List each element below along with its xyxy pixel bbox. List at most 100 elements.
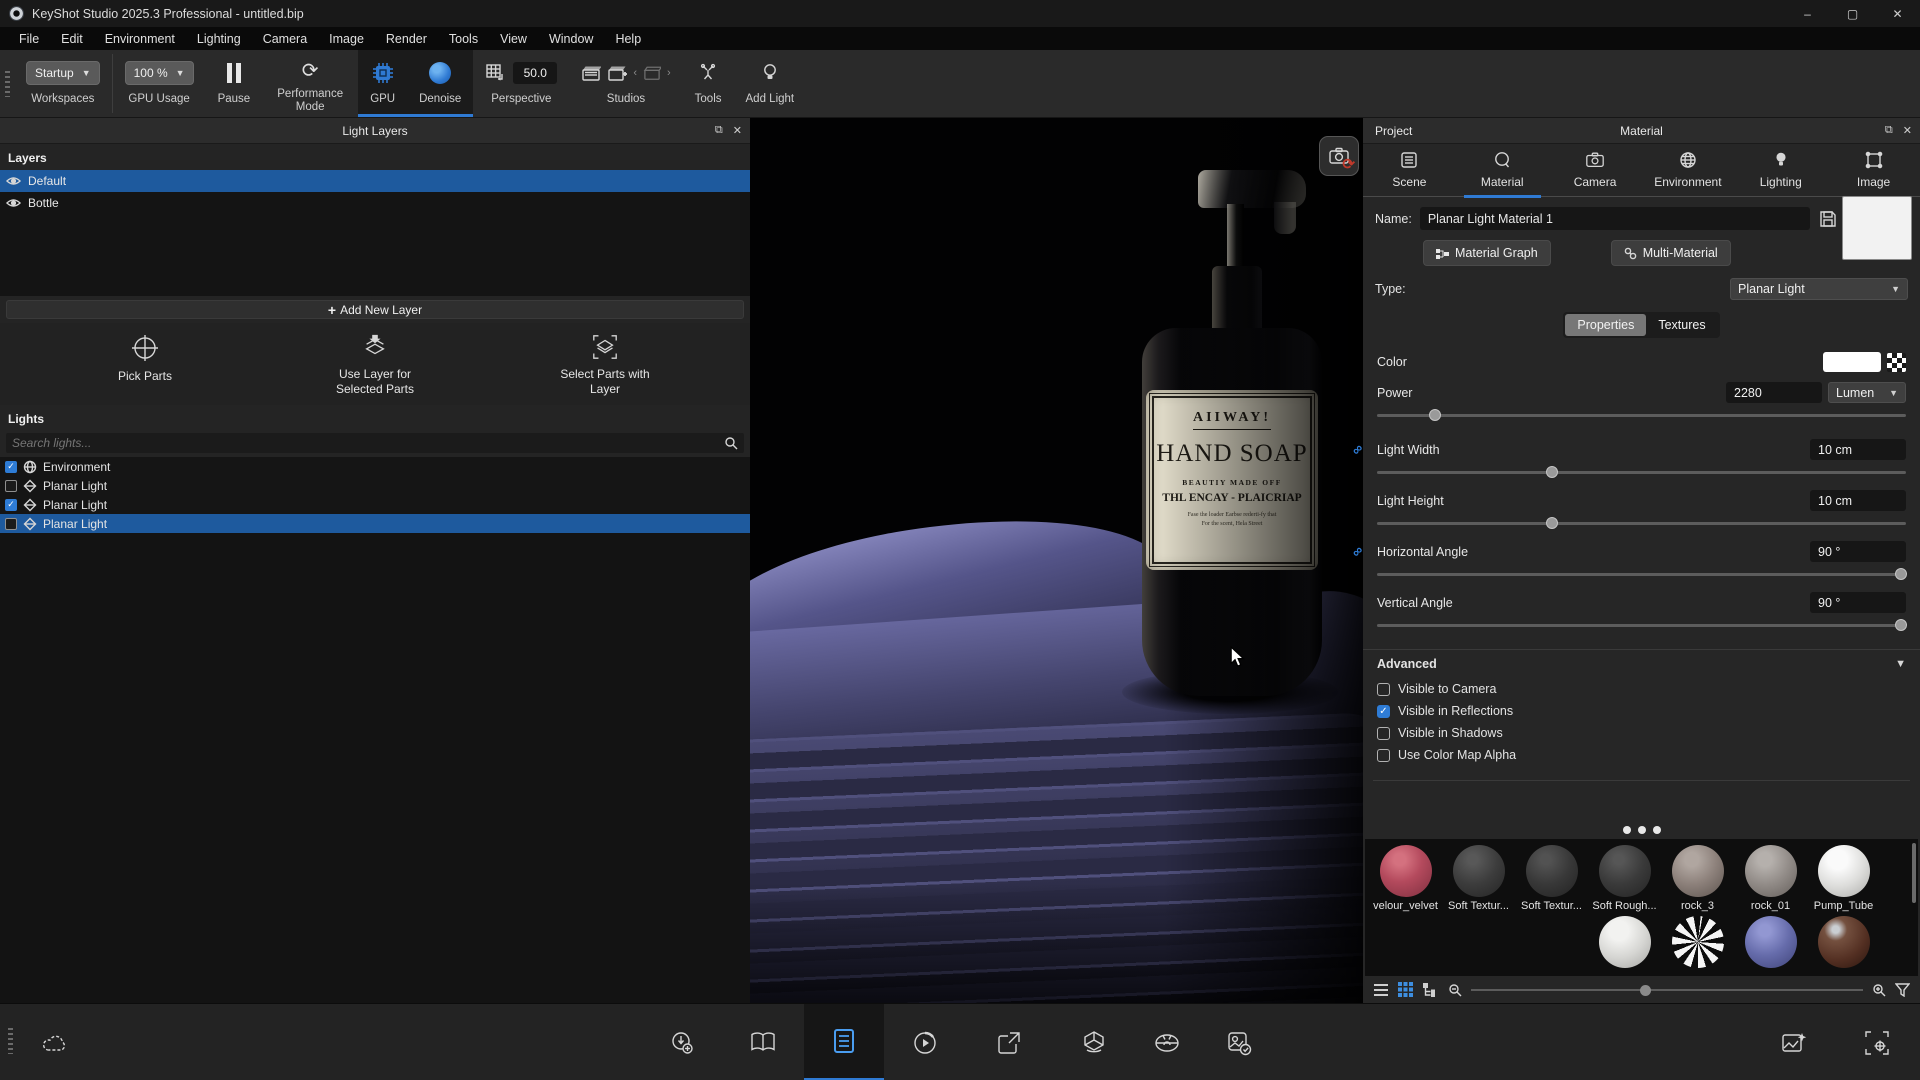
material-sphere[interactable] [1818, 916, 1870, 968]
screenshot-button[interactable]: Screenshot [1838, 1004, 1916, 1080]
camera-reset-button[interactable]: ⟳ [1319, 136, 1359, 176]
material-sphere[interactable] [1526, 845, 1578, 897]
eye-icon[interactable] [6, 198, 21, 208]
power-value-field[interactable]: 2280 [1726, 382, 1822, 403]
animation-button[interactable]: Animation [885, 1004, 965, 1080]
gpu-usage-dropdown[interactable]: 100 % ▼ [125, 61, 194, 85]
material-sphere[interactable] [1453, 845, 1505, 897]
render-button[interactable]: Render [1199, 1004, 1279, 1080]
tab-material[interactable]: Material [1456, 150, 1549, 196]
denoise-button[interactable]: Denoise [407, 50, 473, 117]
select-parts-button[interactable]: Select Parts with Layer [490, 333, 720, 397]
horizontal-angle-slider[interactable] [1377, 568, 1906, 580]
material-swatch[interactable] [1807, 916, 1880, 968]
tab-properties[interactable]: Properties [1565, 314, 1646, 336]
lights-search-input[interactable] [12, 436, 724, 450]
multi-material-button[interactable]: Multi-Material [1611, 240, 1731, 266]
float-panel-icon[interactable]: ⧉ [715, 124, 723, 137]
material-swatch[interactable]: Soft Textur... [1442, 845, 1515, 912]
light-row-planar-2[interactable]: ✓ Planar Light [0, 495, 750, 514]
lights-search[interactable] [6, 433, 744, 453]
material-graph-button[interactable]: Material Graph [1423, 240, 1551, 266]
light-checkbox[interactable] [5, 518, 17, 530]
material-swatch[interactable]: rock_01 [1734, 845, 1807, 912]
thumbnail-size-slider[interactable] [1471, 984, 1863, 996]
tab-lighting[interactable]: Lighting [1734, 150, 1827, 196]
material-sphere[interactable] [1672, 916, 1724, 968]
vertical-angle-slider[interactable] [1377, 619, 1906, 631]
layer-row-bottle[interactable]: Bottle [0, 192, 750, 214]
cloud-library-button[interactable]: Cloud Library [20, 1004, 90, 1080]
vertical-angle-value[interactable]: 90 ° [1810, 592, 1906, 613]
material-swatch[interactable]: rock_3 [1661, 845, 1734, 912]
visible-in-shadows-checkbox[interactable] [1377, 727, 1390, 740]
light-checkbox[interactable] [5, 480, 17, 492]
visible-to-camera-row[interactable]: Visible to Camera [1363, 678, 1920, 700]
float-panel-icon[interactable]: ⧉ [1885, 124, 1893, 137]
vr-button[interactable]: VR [1136, 1004, 1198, 1080]
menu-help[interactable]: Help [604, 32, 652, 46]
menu-tools[interactable]: Tools [438, 32, 489, 46]
menu-image[interactable]: Image [318, 32, 375, 46]
tab-scene[interactable]: Scene [1363, 150, 1456, 196]
light-checkbox[interactable]: ✓ [5, 499, 17, 511]
horizontal-angle-value[interactable]: 90 ° [1810, 541, 1906, 562]
power-unit-dropdown[interactable]: Lumen ▼ [1828, 382, 1906, 403]
keyshotxr-button[interactable]: KeyShotXR [1053, 1004, 1135, 1080]
gpu-toggle-button[interactable]: GPU [358, 50, 407, 117]
light-height-value[interactable]: 10 cm [1810, 490, 1906, 511]
menu-view[interactable]: View [489, 32, 538, 46]
menu-window[interactable]: Window [538, 32, 604, 46]
material-sphere[interactable] [1745, 916, 1797, 968]
tab-textures[interactable]: Textures [1646, 314, 1717, 336]
prev-studio-icon[interactable]: ‹ [633, 67, 637, 79]
performance-mode-button[interactable]: ⟳ Performance Mode [262, 50, 358, 117]
light-row-planar-3[interactable]: Planar Light [0, 514, 750, 533]
maximize-button[interactable]: ▢ [1830, 0, 1875, 27]
tools-button[interactable]: Tools [683, 50, 734, 117]
material-swatch[interactable]: Soft Textur... [1515, 845, 1588, 912]
material-swatch[interactable] [1734, 916, 1807, 968]
visible-to-camera-checkbox[interactable] [1377, 683, 1390, 696]
menu-file[interactable]: File [8, 32, 50, 46]
menu-lighting[interactable]: Lighting [186, 32, 252, 46]
pick-parts-button[interactable]: Pick Parts [30, 333, 260, 397]
material-sphere[interactable] [1818, 845, 1870, 897]
material-swatch[interactable] [1588, 916, 1661, 968]
zoom-out-icon[interactable] [1448, 983, 1462, 997]
layer-row-default[interactable]: Default [0, 170, 750, 192]
light-height-slider[interactable] [1377, 517, 1906, 529]
close-panel-icon[interactable]: ✕ [733, 124, 742, 137]
next-studio-icon[interactable]: › [667, 67, 671, 79]
light-width-value[interactable]: 10 cm [1810, 439, 1906, 460]
material-sphere[interactable] [1672, 845, 1724, 897]
tab-camera[interactable]: Camera [1549, 150, 1642, 196]
import-button[interactable]: Import [642, 1004, 722, 1080]
save-icon[interactable] [1818, 209, 1838, 229]
ai-shots-button[interactable]: AI Shots [1756, 1004, 1832, 1080]
material-swatch[interactable]: Pump_Tube [1807, 845, 1880, 912]
zoom-in-icon[interactable] [1872, 983, 1886, 997]
close-button[interactable]: ✕ [1875, 0, 1920, 27]
add-studio-icon[interactable] [607, 64, 627, 82]
material-sphere[interactable] [1745, 845, 1797, 897]
use-layer-button[interactable]: Use Layer for Selected Parts [260, 333, 490, 397]
use-color-map-alpha-row[interactable]: Use Color Map Alpha [1363, 744, 1920, 766]
light-checkbox[interactable]: ✓ [5, 461, 17, 473]
export-mode-button[interactable]: Export Mode [966, 1004, 1052, 1080]
type-dropdown[interactable]: Planar Light ▼ [1730, 278, 1908, 300]
render-viewport[interactable]: AIIWAY! HAND SOAP BEAUTIY MADE OFF THL E… [750, 118, 1363, 1003]
texture-map-icon[interactable] [1887, 353, 1906, 372]
workspaces-dropdown[interactable]: Startup ▼ [26, 61, 100, 85]
visible-in-shadows-row[interactable]: Visible in Shadows [1363, 722, 1920, 744]
add-light-button[interactable]: Add Light [734, 50, 807, 117]
project-button[interactable]: Project [804, 1004, 884, 1080]
pause-button[interactable]: Pause [206, 50, 263, 117]
add-new-layer-button[interactable]: + Add New Layer [6, 300, 744, 319]
bottombar-drag-handle[interactable] [8, 1028, 13, 1054]
eye-icon[interactable] [6, 176, 21, 186]
visible-in-reflections-checkbox[interactable]: ✓ [1377, 705, 1390, 718]
power-slider[interactable] [1377, 409, 1906, 421]
studio-icon[interactable] [581, 64, 601, 82]
library-button[interactable]: Library [723, 1004, 803, 1080]
